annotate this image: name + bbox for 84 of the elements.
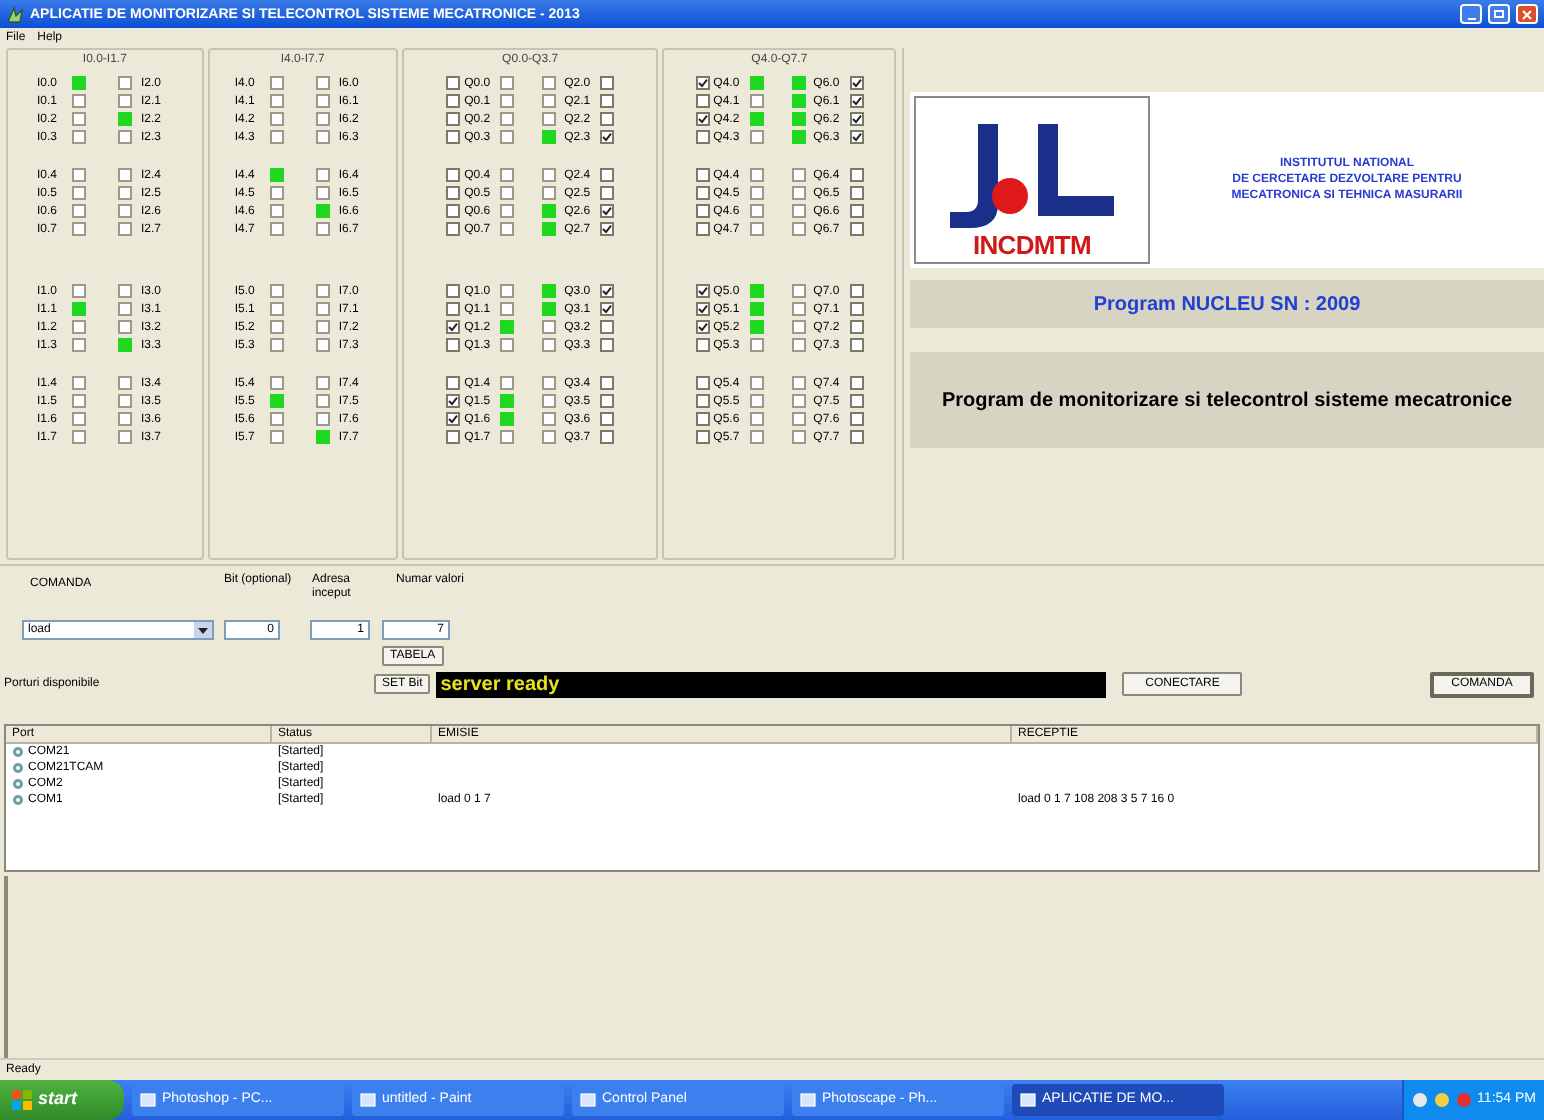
checkbox[interactable] <box>446 284 461 298</box>
window-icon <box>140 1092 156 1108</box>
checkbox[interactable] <box>849 112 864 126</box>
checkbox[interactable] <box>849 130 864 144</box>
check-icon <box>448 322 459 332</box>
checkbox[interactable] <box>600 320 615 334</box>
checkbox[interactable] <box>695 284 710 298</box>
window-icon <box>580 1092 596 1108</box>
checkbox[interactable] <box>600 186 615 200</box>
checkbox[interactable] <box>849 204 864 218</box>
window-icon <box>1020 1092 1036 1108</box>
checkbox[interactable] <box>446 320 461 334</box>
checkbox[interactable] <box>695 204 710 218</box>
checkbox[interactable] <box>849 412 864 426</box>
checkbox[interactable] <box>849 284 864 298</box>
check-icon <box>697 114 708 124</box>
checkbox[interactable] <box>849 394 864 408</box>
checkbox[interactable] <box>695 94 710 108</box>
checkbox[interactable] <box>695 112 710 126</box>
checkbox[interactable] <box>600 338 615 352</box>
checkbox[interactable] <box>849 302 864 316</box>
checkbox[interactable] <box>446 76 461 90</box>
checkbox[interactable] <box>849 168 864 182</box>
checkbox[interactable] <box>849 376 864 390</box>
checkbox[interactable] <box>849 94 864 108</box>
checkbox[interactable] <box>600 112 615 126</box>
close-icon <box>1522 9 1532 19</box>
checkbox[interactable] <box>446 430 461 444</box>
checkbox[interactable] <box>446 394 461 408</box>
checkbox[interactable] <box>446 94 461 108</box>
checkbox[interactable] <box>695 412 710 426</box>
program-description: Program de monitorizare si telecontrol sisteme mecatronice <box>910 352 1544 448</box>
checkbox[interactable] <box>695 430 710 444</box>
checkbox[interactable] <box>695 76 710 90</box>
windows-flag-icon <box>12 1090 32 1110</box>
checkbox[interactable] <box>600 76 615 90</box>
check-icon <box>697 78 708 88</box>
checkbox[interactable] <box>600 204 615 218</box>
close-button[interactable] <box>1516 4 1538 24</box>
status-display: server ready <box>436 671 1107 697</box>
checkbox[interactable] <box>600 412 615 426</box>
checkbox[interactable] <box>446 376 461 390</box>
checkbox[interactable] <box>695 168 710 182</box>
checkbox[interactable] <box>600 168 615 182</box>
app-icon <box>6 5 24 23</box>
checkbox[interactable] <box>849 222 864 236</box>
checkbox[interactable] <box>600 376 615 390</box>
checkbox[interactable] <box>600 394 615 408</box>
checkbox[interactable] <box>600 222 615 236</box>
checkbox[interactable] <box>446 302 461 316</box>
checkbox[interactable] <box>849 76 864 90</box>
checkbox[interactable] <box>600 284 615 298</box>
logo-text: INCDMTM <box>972 232 1092 258</box>
checkbox[interactable] <box>849 186 864 200</box>
checkbox[interactable] <box>600 94 615 108</box>
checkbox[interactable] <box>695 186 710 200</box>
checkbox[interactable] <box>695 320 710 334</box>
checkbox[interactable] <box>849 320 864 334</box>
maximize-button[interactable] <box>1488 4 1510 24</box>
checkbox[interactable] <box>695 222 710 236</box>
checkbox[interactable] <box>446 186 461 200</box>
checkbox[interactable] <box>446 412 461 426</box>
checkbox[interactable] <box>695 376 710 390</box>
checkbox[interactable] <box>446 112 461 126</box>
minimize-button[interactable] <box>1460 4 1482 24</box>
checkbox[interactable] <box>600 130 615 144</box>
checkbox[interactable] <box>600 302 615 316</box>
checkbox[interactable] <box>695 394 710 408</box>
checkbox[interactable] <box>446 204 461 218</box>
checkbox[interactable] <box>695 302 710 316</box>
checkbox[interactable] <box>446 338 461 352</box>
checkbox[interactable] <box>849 338 864 352</box>
checkbox[interactable] <box>695 338 710 352</box>
dropdown-arrow-icon <box>198 627 208 633</box>
checkbox[interactable] <box>600 430 615 444</box>
window-icon <box>800 1092 816 1108</box>
check-icon <box>602 132 613 142</box>
window-icon <box>360 1092 376 1108</box>
checkbox[interactable] <box>446 168 461 182</box>
checkbox[interactable] <box>849 430 864 444</box>
checkbox[interactable] <box>446 222 461 236</box>
program-banner: Program NUCLEU SN : 2009 <box>910 280 1544 328</box>
checkbox[interactable] <box>446 130 461 144</box>
checkbox[interactable] <box>695 130 710 144</box>
